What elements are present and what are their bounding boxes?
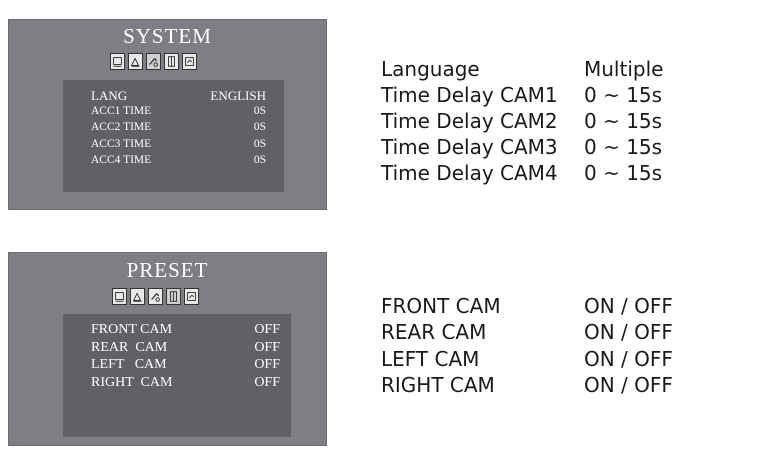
desc-label: RIGHT CAM	[381, 373, 495, 397]
preset-value: OFF	[254, 340, 280, 355]
preset-label: FRONT CAM	[91, 322, 173, 337]
system-osd-panel: SYSTEM LANG ENGLISH ACC1 TIME 0S ACC2 TI…	[8, 19, 327, 210]
setting-value: 0S	[253, 105, 266, 117]
setting-value: ENGLISH	[210, 88, 266, 103]
setting-value: 0S	[253, 154, 266, 166]
preset-row-rear[interactable]: REAR CAM OFF	[63, 340, 291, 357]
desc-value: Multiple	[584, 57, 664, 81]
preset-settings-list: FRONT CAM OFF REAR CAM OFF LEFT CAM OFF …	[63, 314, 291, 437]
desc-label: Time Delay CAM4	[381, 161, 558, 185]
system-title: SYSTEM	[123, 24, 212, 48]
desc-label: Language	[381, 57, 480, 81]
desc-value: ON / OFF	[584, 320, 673, 344]
preset-menu-icons	[112, 288, 199, 305]
desc-value: 0 ~ 15s	[584, 109, 663, 133]
system-setting-icon[interactable]	[148, 288, 163, 305]
display-setting-icon[interactable]	[112, 288, 127, 305]
setting-value: 0S	[253, 121, 266, 133]
desc-label: LEFT CAM	[381, 347, 480, 371]
preset-row-front[interactable]: FRONT CAM OFF	[63, 322, 291, 339]
desc-row: Time Delay CAM3 0 ~ 15s	[381, 135, 761, 161]
preset-label: RIGHT CAM	[91, 375, 173, 390]
setting-row-acc3[interactable]: ACC3 TIME 0S	[63, 138, 284, 155]
setting-label: LANG	[91, 88, 128, 103]
desc-label: Time Delay CAM1	[381, 83, 558, 107]
display-setting-icon[interactable]	[110, 53, 125, 70]
setting-label: ACC1 TIME	[91, 105, 152, 117]
desc-label: REAR CAM	[381, 320, 487, 344]
setting-label: ACC2 TIME	[91, 121, 152, 133]
desc-label: Time Delay CAM3	[381, 135, 558, 159]
setting-label: ACC3 TIME	[91, 138, 152, 150]
desc-row: Time Delay CAM4 0 ~ 15s	[381, 161, 761, 187]
preset-description-table: FRONT CAM ON / OFF REAR CAM ON / OFF LEF…	[381, 294, 761, 400]
setting-row-acc2[interactable]: ACC2 TIME 0S	[63, 121, 284, 138]
desc-row: LEFT CAM ON / OFF	[381, 347, 761, 373]
desc-row: REAR CAM ON / OFF	[381, 320, 761, 346]
image-setting-icon[interactable]	[130, 288, 145, 305]
reset-icon[interactable]	[182, 53, 197, 70]
setting-row-acc1[interactable]: ACC1 TIME 0S	[63, 105, 284, 122]
desc-value: 0 ~ 15s	[584, 161, 663, 185]
system-settings-list: LANG ENGLISH ACC1 TIME 0S ACC2 TIME 0S A…	[63, 80, 284, 192]
system-description-table: Language Multiple Time Delay CAM1 0 ~ 15…	[381, 57, 761, 187]
system-menu-icons	[110, 53, 197, 70]
preset-value: OFF	[254, 357, 280, 372]
preset-value: OFF	[254, 375, 280, 390]
preset-label: REAR CAM	[91, 340, 168, 355]
desc-value: 0 ~ 15s	[584, 83, 663, 107]
desc-value: 0 ~ 15s	[584, 135, 663, 159]
desc-row: RIGHT CAM ON / OFF	[381, 373, 761, 399]
desc-label: FRONT CAM	[381, 294, 501, 318]
setting-value: 0S	[253, 138, 266, 150]
setting-row-acc4[interactable]: ACC4 TIME 0S	[63, 154, 284, 171]
desc-row: Time Delay CAM1 0 ~ 15s	[381, 83, 761, 109]
preset-label: LEFT CAM	[91, 357, 167, 372]
preset-title: PRESET	[126, 258, 209, 282]
reset-icon[interactable]	[184, 288, 199, 305]
setting-row-lang[interactable]: LANG ENGLISH	[63, 88, 284, 105]
system-setting-icon[interactable]	[146, 53, 161, 70]
desc-row: FRONT CAM ON / OFF	[381, 294, 761, 320]
desc-label: Time Delay CAM2	[381, 109, 558, 133]
desc-value: ON / OFF	[584, 294, 673, 318]
image-setting-icon[interactable]	[128, 53, 143, 70]
preset-setting-icon[interactable]	[164, 53, 179, 70]
desc-row: Language Multiple	[381, 57, 761, 83]
preset-osd-panel: PRESET FRONT CAM OFF REAR CAM OFF LEFT C…	[8, 252, 327, 446]
desc-value: ON / OFF	[584, 347, 673, 371]
preset-setting-icon[interactable]	[166, 288, 181, 305]
desc-row: Time Delay CAM2 0 ~ 15s	[381, 109, 761, 135]
preset-value: OFF	[254, 322, 280, 337]
preset-row-right[interactable]: RIGHT CAM OFF	[63, 375, 291, 392]
preset-row-left[interactable]: LEFT CAM OFF	[63, 357, 291, 374]
setting-label: ACC4 TIME	[91, 154, 152, 166]
desc-value: ON / OFF	[584, 373, 673, 397]
